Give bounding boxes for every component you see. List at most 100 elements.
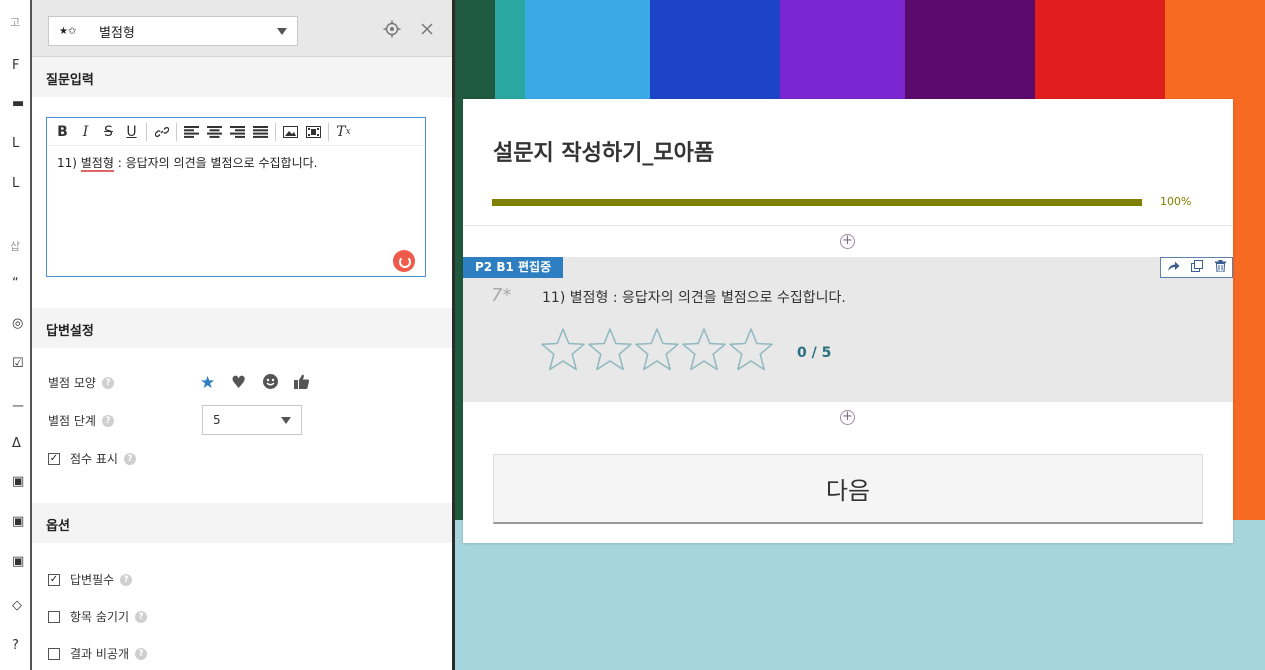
editing-badge: P2 B1 편집중	[463, 257, 564, 278]
help-icon[interactable]: ?	[135, 647, 148, 660]
rating-star-icon[interactable]	[540, 327, 587, 375]
rating-star-icon[interactable]	[587, 327, 634, 375]
edge-item[interactable]: L	[12, 176, 19, 191]
align-right-icon[interactable]	[226, 121, 249, 143]
heart-icon[interactable]: ♥	[231, 373, 246, 393]
score-display-label: 점수 표시	[70, 452, 118, 466]
thumbs-up-icon[interactable]	[293, 373, 310, 395]
private-result-checkbox[interactable]	[48, 647, 60, 660]
question-type-select[interactable]: ★✩ 별점형	[48, 16, 298, 46]
toolbar-divider	[176, 122, 177, 141]
rich-text-editor[interactable]: B I S U T x 11) 별점형: 응답자의 의견을 별점으로 수집합니…	[46, 117, 426, 277]
survey-card: 설문지 작성하기_모아폼 100% + P2 B1 편집중 7* 11) 별점형…	[463, 99, 1233, 543]
hide-item-checkbox[interactable]	[48, 610, 60, 623]
required-checkbox[interactable]: ✓	[48, 573, 60, 586]
chevron-down-icon	[277, 27, 287, 35]
target-icon[interactable]	[383, 20, 401, 38]
step-label: 별점 단계	[48, 414, 96, 428]
edge-item[interactable]: F	[12, 58, 19, 73]
question-tools	[1160, 257, 1233, 278]
score-display-checkbox[interactable]: ✓	[48, 452, 60, 465]
question-block[interactable]: P2 B1 편집중 7* 11) 별점형 : 응답자의 의견을 별점으로 수집합…	[463, 257, 1233, 402]
progress-text: 100%	[1160, 195, 1192, 208]
score-display-row[interactable]: ✓ 점수 표시 ?	[48, 450, 136, 467]
align-left-icon[interactable]	[180, 121, 203, 143]
video-icon[interactable]	[302, 121, 325, 143]
edge-item[interactable]: ◎	[12, 316, 23, 331]
star-icon[interactable]: ★	[200, 373, 215, 393]
panel-header: ★✩ 별점형	[32, 0, 452, 57]
option-required-row[interactable]: ✓ 답변필수 ?	[48, 571, 133, 588]
edge-item: 삽	[10, 240, 21, 253]
copy-icon[interactable]	[1191, 260, 1204, 275]
question-text: 11) 별점형 : 응답자의 의견을 별점으로 수집합니다.	[542, 290, 846, 306]
toolbar-divider	[275, 122, 276, 141]
option-label: 항목 숨기기	[70, 610, 130, 624]
edge-item[interactable]: 고	[10, 14, 20, 30]
question-type-label: 별점형	[99, 25, 135, 41]
add-block-icon[interactable]: +	[840, 234, 855, 249]
divider	[463, 225, 1233, 226]
rating-star-icon[interactable]	[728, 327, 775, 375]
star-rating	[540, 327, 775, 375]
share-icon[interactable]	[1167, 260, 1180, 275]
question-number: 7*	[491, 285, 512, 306]
edge-item[interactable]: ▣	[12, 474, 24, 489]
clear-format-icon[interactable]: Tx	[332, 121, 355, 143]
image-icon[interactable]	[279, 121, 302, 143]
edge-item[interactable]: ▬	[12, 96, 24, 111]
question-input-section: B I S U T x 11) 별점형: 응답자의 의견을 별점으로 수집합니…	[32, 97, 452, 308]
progress-bar	[492, 199, 1142, 206]
underline-icon[interactable]: U	[120, 121, 143, 143]
chevron-down-icon	[281, 416, 291, 424]
answer-settings-section: 별점 모양 ? ★ ♥ 별점 단계 ? 5 ✓ 점수 표시 ?	[32, 348, 452, 503]
edge-item[interactable]: L	[12, 136, 19, 151]
help-icon[interactable]: ?	[123, 452, 136, 465]
survey-title: 설문지 작성하기_모아폼	[493, 141, 715, 166]
section-title-options: 옵션	[32, 503, 452, 543]
editor-text-rest: : 응답자의 의견을 별점으로 수집합니다.	[113, 156, 318, 170]
editor-text-spellcheck-word: 별점형	[80, 156, 114, 172]
close-icon[interactable]	[418, 20, 436, 38]
section-title-question: 질문입력	[32, 57, 452, 97]
edge-toolbar: 고 F ▬ L L 삽 “ ◎ ☑ ㅡ Δ ▣ ▣ ▣ ◇ ?	[0, 0, 30, 670]
question-settings-panel: ★✩ 별점형 질문입력 B I S U T x 11) 별점형: 응답자의 의…	[30, 0, 455, 670]
help-icon[interactable]: ?	[135, 610, 148, 623]
edge-item[interactable]: ㅡ	[12, 396, 24, 415]
rating-star-icon[interactable]	[634, 327, 681, 375]
italic-icon[interactable]: I	[74, 121, 97, 143]
rating-star-icon[interactable]	[681, 327, 728, 375]
align-center-icon[interactable]	[203, 121, 226, 143]
step-value: 5	[213, 413, 221, 427]
score-text: 0 / 5	[797, 345, 832, 361]
edge-item[interactable]: ▣	[12, 514, 24, 529]
help-icon[interactable]: ?	[120, 573, 133, 586]
align-justify-icon[interactable]	[249, 121, 272, 143]
add-block-icon[interactable]: +	[840, 410, 855, 425]
editor-content[interactable]: 11) 별점형 : 응답자의 의견을 별점으로 수집합니다.	[47, 146, 425, 179]
option-label: 결과 비공개	[70, 647, 130, 661]
edge-item[interactable]: ▣	[12, 554, 24, 569]
step-row: 별점 단계 ?	[48, 412, 114, 429]
help-icon[interactable]: ?	[101, 376, 114, 389]
edge-item[interactable]: ◇	[12, 598, 22, 613]
editor-text-prefix: 11)	[57, 156, 81, 170]
edge-item[interactable]: Δ	[12, 436, 21, 451]
toolbar-divider	[328, 122, 329, 141]
spellcheck-icon[interactable]	[393, 250, 415, 272]
option-private-row[interactable]: 결과 비공개 ?	[48, 645, 148, 662]
smile-icon[interactable]	[262, 373, 279, 395]
star-rating-icon: ★✩	[59, 25, 77, 37]
trash-icon[interactable]	[1215, 260, 1227, 275]
edge-item[interactable]: ?	[12, 638, 19, 653]
option-hide-row[interactable]: 항목 숨기기 ?	[48, 608, 148, 625]
link-icon[interactable]	[150, 121, 173, 143]
toolbar-divider	[146, 122, 147, 141]
strikethrough-icon[interactable]: S	[97, 121, 120, 143]
bold-icon[interactable]: B	[51, 121, 74, 143]
next-button[interactable]: 다음	[493, 454, 1203, 524]
edge-item[interactable]: “	[12, 276, 19, 291]
help-icon[interactable]: ?	[101, 414, 114, 427]
edge-item[interactable]: ☑	[12, 356, 24, 371]
star-step-select[interactable]: 5	[202, 405, 302, 435]
